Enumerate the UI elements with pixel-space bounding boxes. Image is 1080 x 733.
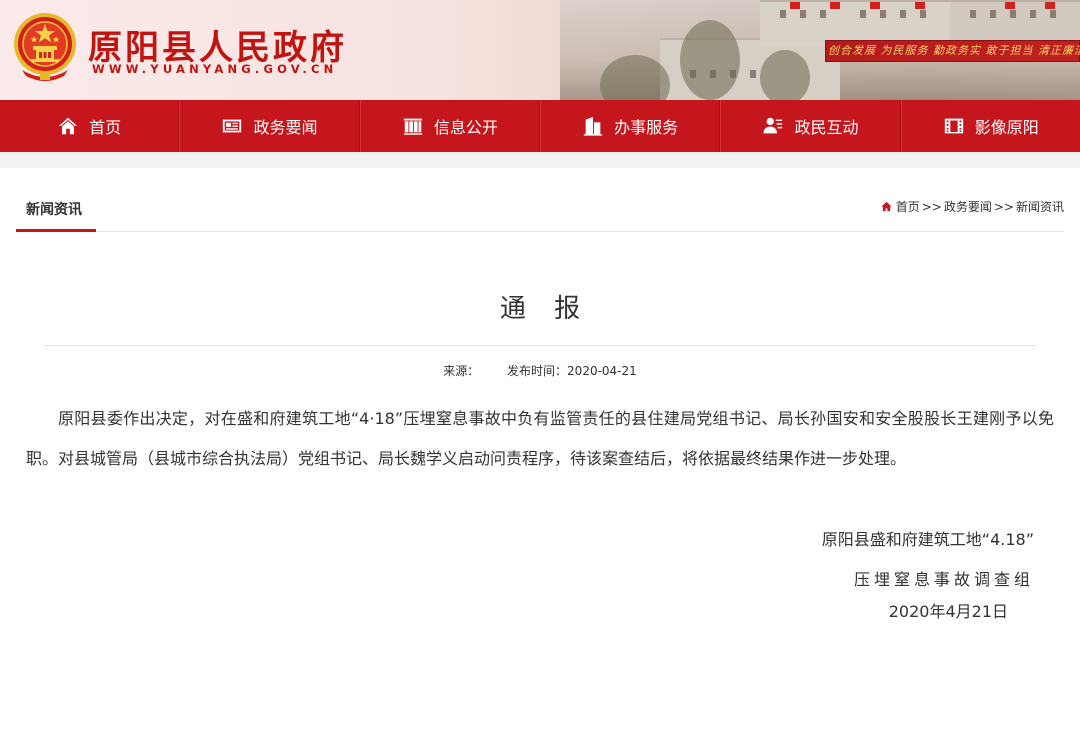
film-icon [944, 118, 963, 134]
nav-item-home[interactable]: 首页 [0, 100, 180, 152]
nav-item-service[interactable]: 办事服务 [539, 100, 721, 152]
divider [44, 345, 1036, 346]
nav-item-info[interactable]: 信息公开 [359, 100, 540, 152]
date-label: 发布时间： [507, 364, 568, 378]
main-nav: 首页 政务要闻 信息公开 办事服务 政民互动 影像原阳 [0, 100, 1080, 152]
home-icon [58, 117, 78, 135]
article-meta: 来源： 发布时间：2020-04-21 [0, 362, 1080, 379]
nav-item-label: 办事服务 [614, 118, 679, 137]
site-url[interactable]: WWW.YUANYANG.GOV.CN [92, 62, 337, 76]
header-banner: 创合发展 为民服务 勤政务实 敢于担当 清正廉洁 原阳县人民政府 WWW.YUA… [0, 0, 1080, 100]
breadcrumb: 首页 >> 政务要闻 >> 新闻资讯 [881, 198, 1064, 215]
breadcrumb-separator: >> [993, 199, 1014, 214]
nav-spacer [0, 152, 1080, 168]
nav-item-news[interactable]: 政务要闻 [179, 100, 360, 152]
home-icon [881, 201, 892, 212]
newspaper-icon [223, 119, 242, 133]
building-icon [583, 116, 603, 136]
article-body: 原阳县委作出决定，对在盛和府建筑工地“4·18”压埋窒息事故中负有监管责任的县住… [26, 399, 1054, 479]
people-icon [763, 117, 783, 134]
nav-item-label: 首页 [89, 118, 122, 137]
publish-date: 2020-04-21 [567, 364, 637, 378]
article-paragraph: 原阳县委作出决定，对在盛和府建筑工地“4·18”压埋窒息事故中负有监管责任的县住… [26, 409, 1054, 468]
signature-line-2: 压埋窒息事故调查组 [853, 570, 1034, 589]
article-title: 通 报 [499, 294, 591, 324]
breadcrumb-separator: >> [921, 199, 942, 214]
nav-item-interact[interactable]: 政民互动 [720, 100, 901, 152]
nav-item-label: 影像原阳 [974, 118, 1039, 137]
nav-item-gallery[interactable]: 影像原阳 [900, 100, 1080, 152]
nav-item-label: 政民互动 [794, 118, 859, 137]
signature-line-1: 原阳县盛和府建筑工地“4.18” [821, 530, 1034, 549]
national-emblem-icon [14, 13, 76, 81]
nav-item-label: 信息公开 [433, 118, 498, 137]
breadcrumb-home[interactable]: 首页 [896, 198, 920, 215]
nav-item-label: 政务要闻 [253, 118, 318, 137]
breadcrumb-current[interactable]: 新闻资讯 [1016, 198, 1064, 215]
book-icon [403, 118, 422, 135]
breadcrumb-news[interactable]: 政务要闻 [944, 198, 992, 215]
source-label: 来源： [443, 364, 480, 378]
signature-date: 2020年4月21日 [888, 602, 1008, 621]
banner-slogan: 创合发展 为民服务 勤政务实 敢于担当 清正廉洁 [828, 44, 1080, 57]
section-bar: 新闻资讯 首页 >> 政务要闻 >> 新闻资讯 [16, 168, 1064, 232]
section-tab-news[interactable]: 新闻资讯 [16, 168, 96, 232]
